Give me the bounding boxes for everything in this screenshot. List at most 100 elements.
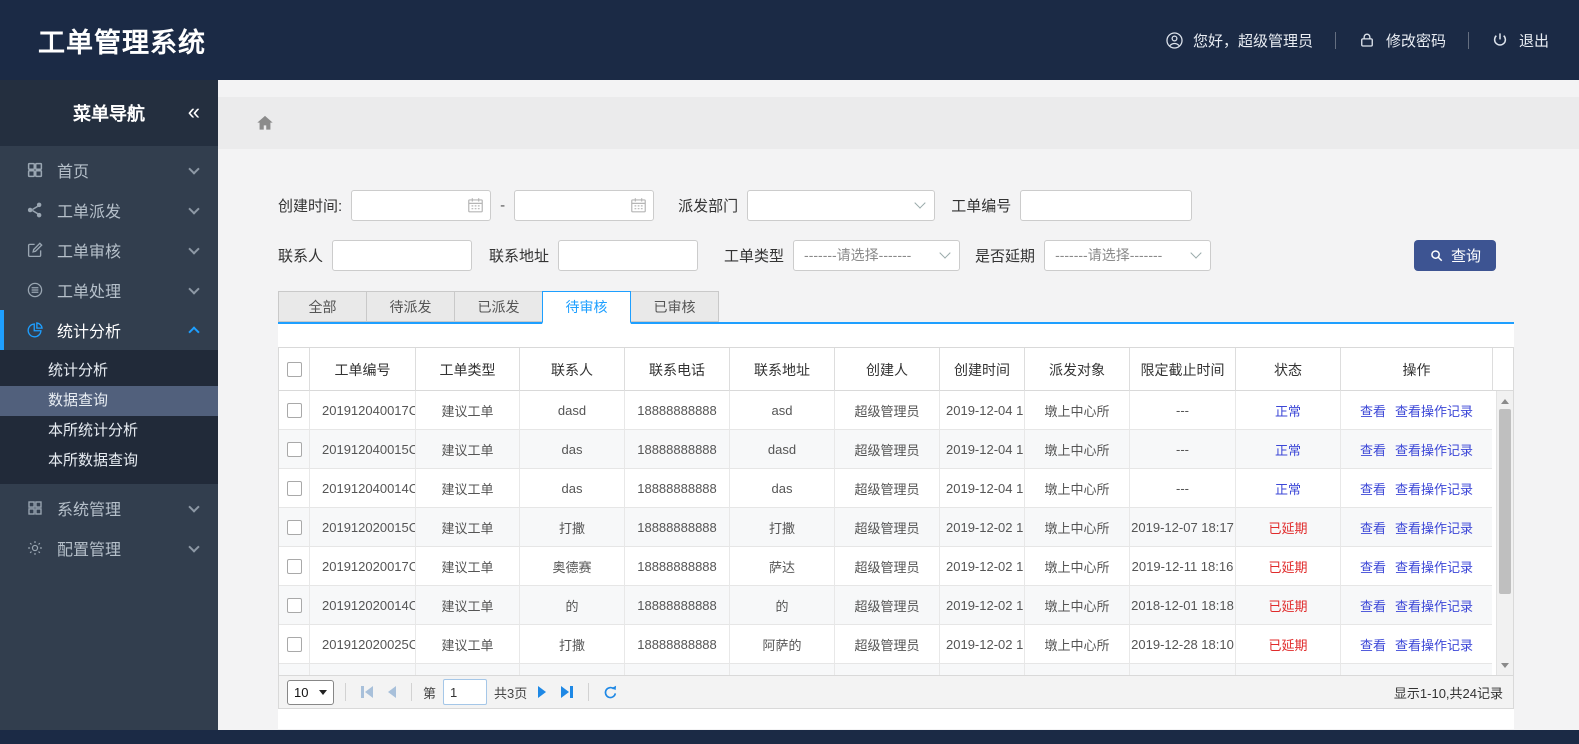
main-area: 创建时间: - 派发部门 工单编号 联系人 联系地址 工单类型 -------请… [218, 80, 1579, 730]
delay-select[interactable]: -------请选择------- [1044, 239, 1212, 271]
cell-order-no: 201912040017C [309, 391, 415, 430]
page-number-input[interactable] [443, 679, 488, 705]
cell-status [1235, 664, 1340, 675]
column-header: 工单编号 [309, 348, 415, 391]
sidebar-subitem-office-stats-analysis[interactable]: 本所统计分析 [0, 416, 218, 446]
row-checkbox[interactable] [286, 441, 302, 457]
chevron-down-icon [188, 282, 200, 295]
view-records-link[interactable]: 查看操作记录 [1395, 401, 1473, 420]
tab-all[interactable]: 全部 [278, 291, 367, 322]
sidebar-item-system-mgmt[interactable]: 系统管理 [0, 488, 218, 528]
cell-order-no: 201912020015C [309, 508, 415, 547]
header-divider [1467, 31, 1469, 49]
collapse-sidebar-button[interactable]: « [188, 99, 200, 125]
next-page-button[interactable] [534, 686, 550, 698]
search-button[interactable]: 查询 [1413, 239, 1496, 271]
view-records-link[interactable]: 查看操作记录 [1395, 518, 1473, 537]
tab-pending-dispatch[interactable]: 待派发 [366, 291, 455, 322]
sidebar-item-stats-analysis[interactable]: 统计分析 [0, 310, 218, 350]
scroll-down-button[interactable] [1497, 657, 1513, 673]
row-checkbox[interactable] [286, 402, 302, 418]
order-type-select[interactable]: -------请选择------- [793, 239, 961, 271]
view-records-link[interactable]: 查看操作记录 [1395, 635, 1473, 654]
chevron-down-icon [188, 500, 200, 513]
chevron-down-icon [188, 242, 200, 255]
scrollbar-thumb[interactable] [1499, 409, 1511, 594]
table-row: 201912020025C 建议工单 打撒 18888888888 阿萨的 超级管理员 20… [279, 625, 1513, 664]
view-records-link[interactable]: 查看操作记录 [1395, 479, 1473, 498]
view-records-link[interactable]: 查看操作记录 [1395, 440, 1473, 459]
home-icon[interactable] [255, 113, 275, 133]
cell-deadline [1129, 664, 1235, 675]
table-header-checkbox-cell [279, 348, 309, 391]
first-page-button[interactable] [357, 686, 377, 698]
row-checkbox[interactable] [286, 480, 302, 496]
select-all-checkbox[interactable] [286, 362, 302, 377]
header-divider [1334, 31, 1336, 49]
row-checkbox[interactable] [286, 597, 302, 613]
cell-order-no: 201912020025C [309, 625, 415, 664]
view-records-link[interactable]: 查看操作记录 [1395, 557, 1473, 576]
sidebar-item-label: 工单审核 [57, 244, 122, 261]
order-no-input[interactable] [1020, 189, 1193, 221]
view-link[interactable]: 查看 [1360, 596, 1386, 615]
row-checkbox[interactable] [286, 519, 302, 535]
logout-button[interactable]: 退出 [1491, 30, 1549, 51]
status-tabs: 全部 待派发 已派发 待审核 已审核 [278, 291, 1514, 324]
sidebar-item-order-review[interactable]: 工单审核 [0, 230, 218, 270]
row-checkbox[interactable] [286, 558, 302, 574]
cell-created: 2019-12-02 16 [939, 508, 1024, 547]
table-body: 201912040017C 建议工单 dasd 18888888888 asd 超级管理员… [279, 391, 1513, 675]
prev-page-button[interactable] [384, 686, 400, 698]
sidebar-item-order-process[interactable]: 工单处理 [0, 270, 218, 310]
sidebar-item-home[interactable]: 首页 [0, 150, 218, 190]
cell-contact: 的 [519, 586, 624, 625]
range-separator: - [500, 196, 506, 214]
sidebar-subitem-stats-analysis-sub[interactable]: 统计分析 [0, 356, 218, 386]
column-header: 操作 [1340, 348, 1492, 391]
sidebar-item-label: 配置管理 [57, 542, 122, 559]
cell-status: 已延期 [1235, 625, 1340, 664]
sidebar-item-label: 系统管理 [57, 502, 122, 519]
refresh-icon[interactable] [602, 684, 619, 701]
change-password-button[interactable]: 修改密码 [1358, 30, 1446, 51]
pager-divider [411, 683, 412, 701]
dispatch-dept-select[interactable] [747, 189, 936, 221]
cell-phone: 18888888888 [624, 430, 729, 469]
tab-dispatched[interactable]: 已派发 [454, 291, 543, 322]
sidebar-subitem-office-data-query[interactable]: 本所数据查询 [0, 446, 218, 476]
contact-input[interactable] [332, 239, 473, 271]
view-link[interactable]: 查看 [1360, 518, 1386, 537]
column-header: 工单类型 [415, 348, 519, 391]
tab-reviewed[interactable]: 已审核 [630, 291, 719, 322]
cell-contact [519, 664, 624, 675]
view-records-link[interactable]: 查看操作记录 [1395, 596, 1473, 615]
sidebar-subitem-data-query[interactable]: 数据查询 [0, 386, 218, 416]
search-icon [1429, 248, 1444, 263]
calendar-icon[interactable] [629, 196, 648, 215]
row-checkbox[interactable] [286, 636, 302, 652]
cell-actions: 查看 查看操作记录 [1340, 586, 1492, 625]
scroll-up-button[interactable] [1497, 393, 1513, 409]
page-size-select[interactable]: 10 [287, 679, 334, 705]
footer-bar [0, 730, 1579, 744]
sidebar-item-config-mgmt[interactable]: 配置管理 [0, 528, 218, 568]
view-link[interactable]: 查看 [1360, 440, 1386, 459]
cell-target: 墩上中心所 [1024, 430, 1129, 469]
cell-phone: 18888888888 [624, 586, 729, 625]
view-link[interactable]: 查看 [1360, 401, 1386, 420]
cell-target: 墩上中心所 [1024, 469, 1129, 508]
sidebar: 菜单导航 « 首页 工单派发 工单审核 工单处理 统计分析 统计分析 数据查询 本所统计分析本… [0, 80, 218, 730]
view-link[interactable]: 查看 [1360, 635, 1386, 654]
cell-created: 2019-12-04 15 [939, 391, 1024, 430]
view-link[interactable]: 查看 [1360, 557, 1386, 576]
view-link[interactable]: 查看 [1360, 479, 1386, 498]
table-row: 201912020017C 建议工单 奥德赛 18888888888 萨达 超级管理员 20… [279, 547, 1513, 586]
last-page-button[interactable] [557, 686, 577, 698]
calendar-icon[interactable] [466, 196, 485, 215]
column-header: 联系地址 [729, 348, 834, 391]
user-greeting[interactable]: 您好，超级管理员 [1165, 30, 1313, 51]
address-input[interactable] [558, 239, 699, 271]
tab-pending-review[interactable]: 待审核 [542, 291, 631, 324]
sidebar-item-order-dispatch[interactable]: 工单派发 [0, 190, 218, 230]
